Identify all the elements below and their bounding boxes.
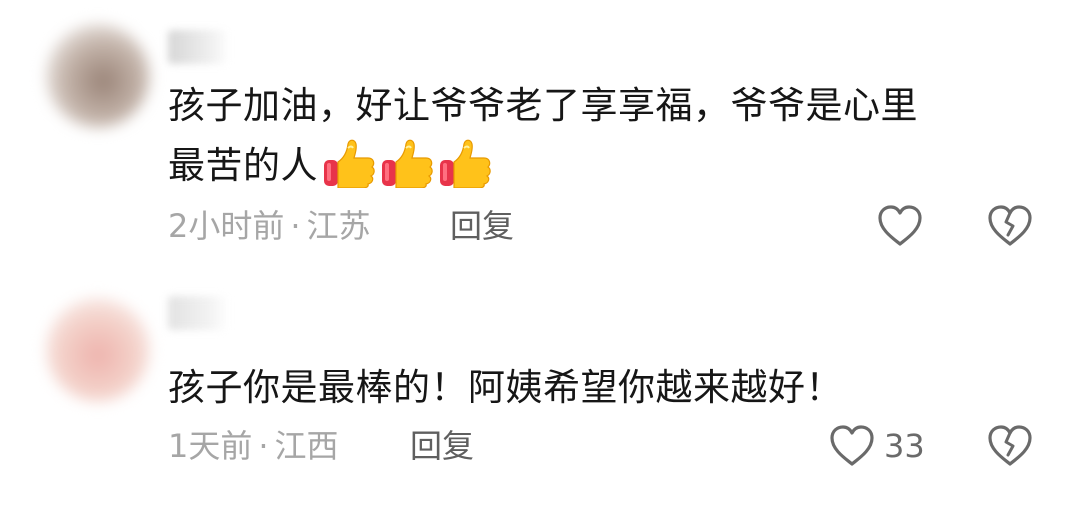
comment-text: 孩子加油，好让爷爷老了享享福，爷爷是心里 最苦的人	[168, 76, 1028, 196]
meta-separator: ·	[258, 427, 269, 465]
comment-text-line: 孩子加油，好让爷爷老了享享福，爷爷是心里	[168, 84, 918, 127]
comment-item: 孩子加油，好让爷爷老了享享福，爷爷是心里 最苦的人 2小时前 · 江苏 回复	[0, 0, 1080, 270]
broken-heart-icon	[988, 205, 1032, 246]
comment-time: 2小时前	[168, 207, 285, 245]
comment-meta: 2小时前 · 江苏	[168, 206, 371, 246]
heart-icon	[830, 425, 874, 466]
comment-text: 孩子你是最棒的！阿姨希望你越来越好！	[168, 358, 1028, 418]
comment-location: 江苏	[306, 207, 371, 245]
comment-text-line: 孩子你是最棒的！阿姨希望你越来越好！	[168, 366, 843, 409]
comment-text-line: 最苦的人	[168, 144, 318, 187]
like-button[interactable]: 33	[828, 420, 925, 472]
comment-item: 孩子你是最棒的！阿姨希望你越来越好！ 1天前 · 江西 回复 33	[0, 270, 1080, 513]
heart-icon	[878, 205, 922, 246]
like-button[interactable]	[876, 200, 932, 252]
reply-button[interactable]: 回复	[410, 426, 474, 466]
meta-separator: ·	[290, 207, 301, 245]
thumbs-up-icon	[382, 139, 433, 188]
reply-button[interactable]: 回复	[450, 206, 514, 246]
like-count: 33	[884, 427, 925, 465]
thumbs-up-icon	[440, 139, 491, 188]
comment-time: 1天前	[168, 427, 253, 465]
comment-location: 江西	[274, 427, 339, 465]
thumbs-up-icon	[324, 139, 375, 188]
username-blurred[interactable]	[168, 30, 226, 64]
username-blurred[interactable]	[168, 296, 226, 330]
dislike-button[interactable]	[986, 420, 1034, 472]
comment-meta: 1天前 · 江西	[168, 426, 339, 466]
broken-heart-icon	[988, 425, 1032, 466]
dislike-button[interactable]	[986, 200, 1034, 252]
avatar[interactable]	[46, 24, 150, 128]
avatar[interactable]	[46, 298, 150, 402]
